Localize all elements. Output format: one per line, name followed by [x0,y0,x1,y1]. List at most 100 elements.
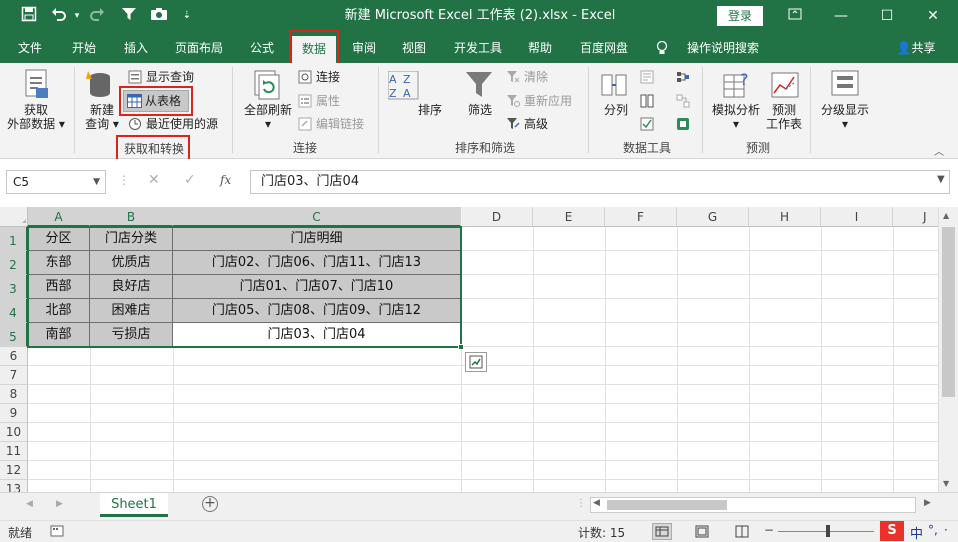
minimize-icon[interactable]: — [818,0,864,33]
scroll-right-icon[interactable]: ▶ [924,498,931,508]
tab-home[interactable]: 开始 [62,33,106,63]
login-button[interactable]: 登录 [717,6,763,26]
redo-icon[interactable] [86,6,108,26]
edit-links-button[interactable]: 编辑链接 [316,116,364,132]
filter-button[interactable]: 筛选 [462,103,498,117]
row-header-1[interactable]: 1 [0,227,28,251]
tell-me-search[interactable]: 操作说明搜索 [678,33,768,63]
name-box-dropdown-icon[interactable]: ▼ [93,171,100,193]
column-header-d[interactable]: D [461,207,533,227]
ime-punctuation-icon[interactable]: °, [928,523,938,537]
save-icon[interactable] [18,6,40,26]
tab-file[interactable]: 文件 [8,33,52,63]
quick-analysis-icon[interactable] [465,352,487,372]
column-header-i[interactable]: I [821,207,893,227]
recent-sources-button[interactable]: 最近使用的源 [146,116,218,132]
tab-baidu-netdisk[interactable]: 百度网盘 [572,33,636,63]
sheet-next-icon[interactable]: ▶ [56,499,63,509]
cell-b1[interactable]: 门店分类 [90,227,173,251]
cell-b2[interactable]: 优质店 [90,251,173,275]
collapse-ribbon-icon[interactable]: ︿ [934,143,944,158]
refresh-all-button[interactable]: 全部刷新 ▾ [240,103,296,131]
scroll-left-icon[interactable]: ◀ [593,498,600,508]
share-button[interactable]: 👤共享 [886,33,946,63]
customize-qat-icon[interactable]: ⇣ [176,6,198,26]
row-header-13[interactable]: 13 [0,480,28,492]
column-header-g[interactable]: G [677,207,749,227]
sheet-tab-sheet1[interactable]: Sheet1 [100,493,168,517]
tab-formulas[interactable]: 公式 [240,33,284,63]
tab-insert[interactable]: 插入 [114,33,158,63]
get-external-data-button[interactable]: 获取 外部数据 ▾ [6,103,66,131]
row-header-7[interactable]: 7 [0,366,28,385]
column-header-a[interactable]: A [28,207,90,227]
horizontal-scrollbar[interactable]: ◀ [590,497,916,513]
row-header-8[interactable]: 8 [0,385,28,404]
scroll-down-icon[interactable]: ▼ [943,479,949,488]
vertical-scrollbar[interactable]: ▲ ▼ [938,207,958,492]
zoom-out-icon[interactable]: − [764,523,774,537]
cell-c4[interactable]: 门店05、门店08、门店09、门店12 [173,299,461,323]
cell-b5[interactable]: 亏损店 [90,323,173,347]
show-queries-button[interactable]: 显示查询 [146,69,194,85]
forecast-sheet-button[interactable]: 预测 工作表 [764,103,804,131]
tab-developer[interactable]: 开发工具 [448,33,508,63]
column-header-j[interactable]: J [893,207,938,227]
ime-settings-icon[interactable]: · [944,523,948,537]
row-header-2[interactable]: 2 [0,251,28,275]
cell-c1[interactable]: 门店明细 [173,227,461,251]
ime-chinese-icon[interactable]: 中 [910,523,923,542]
horizontal-scroll-thumb[interactable] [607,500,727,510]
column-header-b[interactable]: B [90,207,173,227]
cell-c5-active[interactable]: 门店03、门店04 [173,323,461,347]
expand-formula-bar-icon[interactable]: ▼ [937,174,945,185]
column-header-e[interactable]: E [533,207,605,227]
row-header-11[interactable]: 11 [0,442,28,461]
name-box[interactable]: C5 ▼ [6,170,106,194]
sort-button[interactable]: 排序 [412,103,448,117]
row-header-3[interactable]: 3 [0,275,28,299]
tab-view[interactable]: 视图 [392,33,436,63]
close-icon[interactable]: ✕ [910,0,956,33]
column-header-c[interactable]: C [173,207,461,227]
tab-split-handle[interactable]: ⋮ [576,498,586,509]
row-header-9[interactable]: 9 [0,404,28,423]
cell-a3[interactable]: 西部 [28,275,90,299]
tab-page-layout[interactable]: 页面布局 [168,33,230,63]
cell-a4[interactable]: 北部 [28,299,90,323]
cell-a1[interactable]: 分区 [28,227,90,251]
row-header-4[interactable]: 4 [0,299,28,323]
filter-icon[interactable] [118,6,140,26]
maximize-icon[interactable]: ☐ [864,0,910,33]
sogou-ime-icon[interactable]: S [880,521,904,541]
advanced-button[interactable]: 高级 [524,116,548,132]
ribbon-display-icon[interactable] [772,0,818,33]
tab-review[interactable]: 审阅 [342,33,386,63]
undo-dropdown-icon[interactable]: ▾ [66,6,88,26]
vertical-scroll-thumb[interactable] [942,227,955,397]
cell-c2[interactable]: 门店02、门店06、门店11、门店13 [173,251,461,275]
row-header-5[interactable]: 5 [0,323,28,347]
cell-a2[interactable]: 东部 [28,251,90,275]
macro-record-icon[interactable] [50,524,64,541]
fill-handle[interactable] [458,344,464,350]
formula-input[interactable]: 门店03、门店04 [250,170,950,194]
cell-c3[interactable]: 门店01、门店07、门店10 [173,275,461,299]
new-query-button[interactable]: 新建 查询 ▾ [80,103,124,131]
page-break-view-icon[interactable] [734,524,750,542]
worksheet-grid[interactable]: A B C D E F G H I J 1 2 3 4 5 6 7 8 9 10… [0,207,938,492]
insert-function-icon[interactable]: fx [220,173,231,187]
add-sheet-icon[interactable]: + [202,496,218,512]
reapply-button[interactable]: 重新应用 [524,93,572,109]
column-header-f[interactable]: F [605,207,677,227]
column-header-h[interactable]: H [749,207,821,227]
cell-b3[interactable]: 良好店 [90,275,173,299]
cell-b4[interactable]: 困难店 [90,299,173,323]
page-layout-view-icon[interactable] [694,524,710,542]
scroll-up-icon[interactable]: ▲ [943,211,949,220]
clear-button[interactable]: 清除 [524,69,548,85]
enter-icon[interactable]: ✓ [184,172,196,188]
tab-help[interactable]: 帮助 [518,33,562,63]
row-header-10[interactable]: 10 [0,423,28,442]
zoom-slider-thumb[interactable] [826,525,830,537]
